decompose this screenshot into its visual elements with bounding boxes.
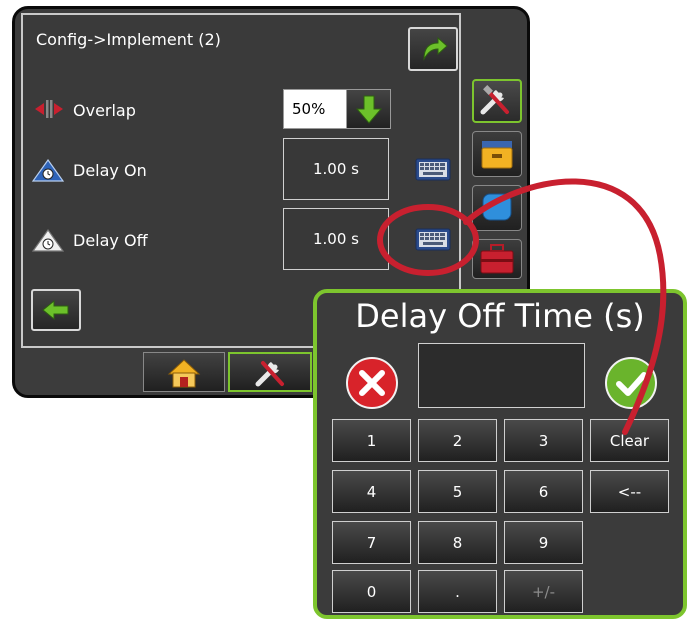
overlap-label: Overlap bbox=[73, 101, 136, 120]
key-sign: +/- bbox=[504, 570, 583, 613]
keyboard-icon bbox=[415, 158, 451, 181]
key-clear[interactable]: Clear bbox=[590, 419, 669, 462]
key-7[interactable]: 7 bbox=[332, 521, 411, 564]
cancel-button[interactable] bbox=[345, 356, 399, 410]
home-icon bbox=[167, 359, 201, 388]
cancel-icon bbox=[346, 357, 398, 409]
gps-icon bbox=[482, 193, 512, 221]
key-4[interactable]: 4 bbox=[332, 470, 411, 513]
delay-on-icon bbox=[31, 158, 65, 182]
keyboard-icon bbox=[415, 228, 451, 251]
next-page-button[interactable] bbox=[408, 27, 458, 71]
delay-off-icon bbox=[31, 228, 65, 252]
key-decimal[interactable]: . bbox=[418, 570, 497, 613]
key-0[interactable]: 0 bbox=[332, 570, 411, 613]
tools-icon bbox=[480, 85, 509, 115]
key-6[interactable]: 6 bbox=[504, 470, 583, 513]
overlap-icon bbox=[35, 100, 63, 118]
delay-off-value[interactable]: 1.00 s bbox=[283, 208, 389, 270]
delay-on-keyboard-button[interactable] bbox=[414, 154, 452, 184]
key-9[interactable]: 9 bbox=[504, 521, 583, 564]
page-title: Config->Implement (2) bbox=[36, 30, 221, 49]
tab-toolbox[interactable] bbox=[472, 239, 522, 279]
ok-icon bbox=[605, 357, 657, 409]
tab-implement[interactable] bbox=[472, 131, 522, 177]
key-3[interactable]: 3 bbox=[504, 419, 583, 462]
tab-tools[interactable] bbox=[472, 79, 522, 123]
tab-config[interactable] bbox=[228, 352, 312, 392]
back-button[interactable] bbox=[31, 289, 81, 331]
key-backspace[interactable]: <-- bbox=[590, 470, 669, 513]
key-8[interactable]: 8 bbox=[418, 521, 497, 564]
next-arrow-icon bbox=[423, 36, 448, 61]
tab-home[interactable] bbox=[143, 352, 225, 392]
implement-icon bbox=[481, 141, 513, 169]
tab-gps[interactable] bbox=[472, 185, 522, 231]
delay-on-value[interactable]: 1.00 s bbox=[283, 138, 389, 200]
toolbox-icon bbox=[480, 244, 514, 274]
overlap-value: 50% bbox=[292, 100, 326, 118]
delay-on-label: Delay On bbox=[73, 161, 147, 180]
ok-button[interactable] bbox=[604, 356, 658, 410]
overlap-dropdown[interactable]: 50% bbox=[283, 89, 391, 129]
overlap-dropdown-button[interactable] bbox=[346, 90, 390, 128]
delay-off-label: Delay Off bbox=[73, 231, 148, 250]
key-5[interactable]: 5 bbox=[418, 470, 497, 513]
value-entry-field[interactable] bbox=[418, 343, 585, 408]
key-2[interactable]: 2 bbox=[418, 419, 497, 462]
delay-off-keyboard-button[interactable] bbox=[414, 224, 452, 254]
tools-icon bbox=[255, 361, 284, 387]
dialog-title: Delay Off Time (s) bbox=[355, 297, 645, 335]
key-1[interactable]: 1 bbox=[332, 419, 411, 462]
down-arrow-icon bbox=[355, 95, 383, 124]
back-arrow-icon bbox=[42, 299, 69, 321]
